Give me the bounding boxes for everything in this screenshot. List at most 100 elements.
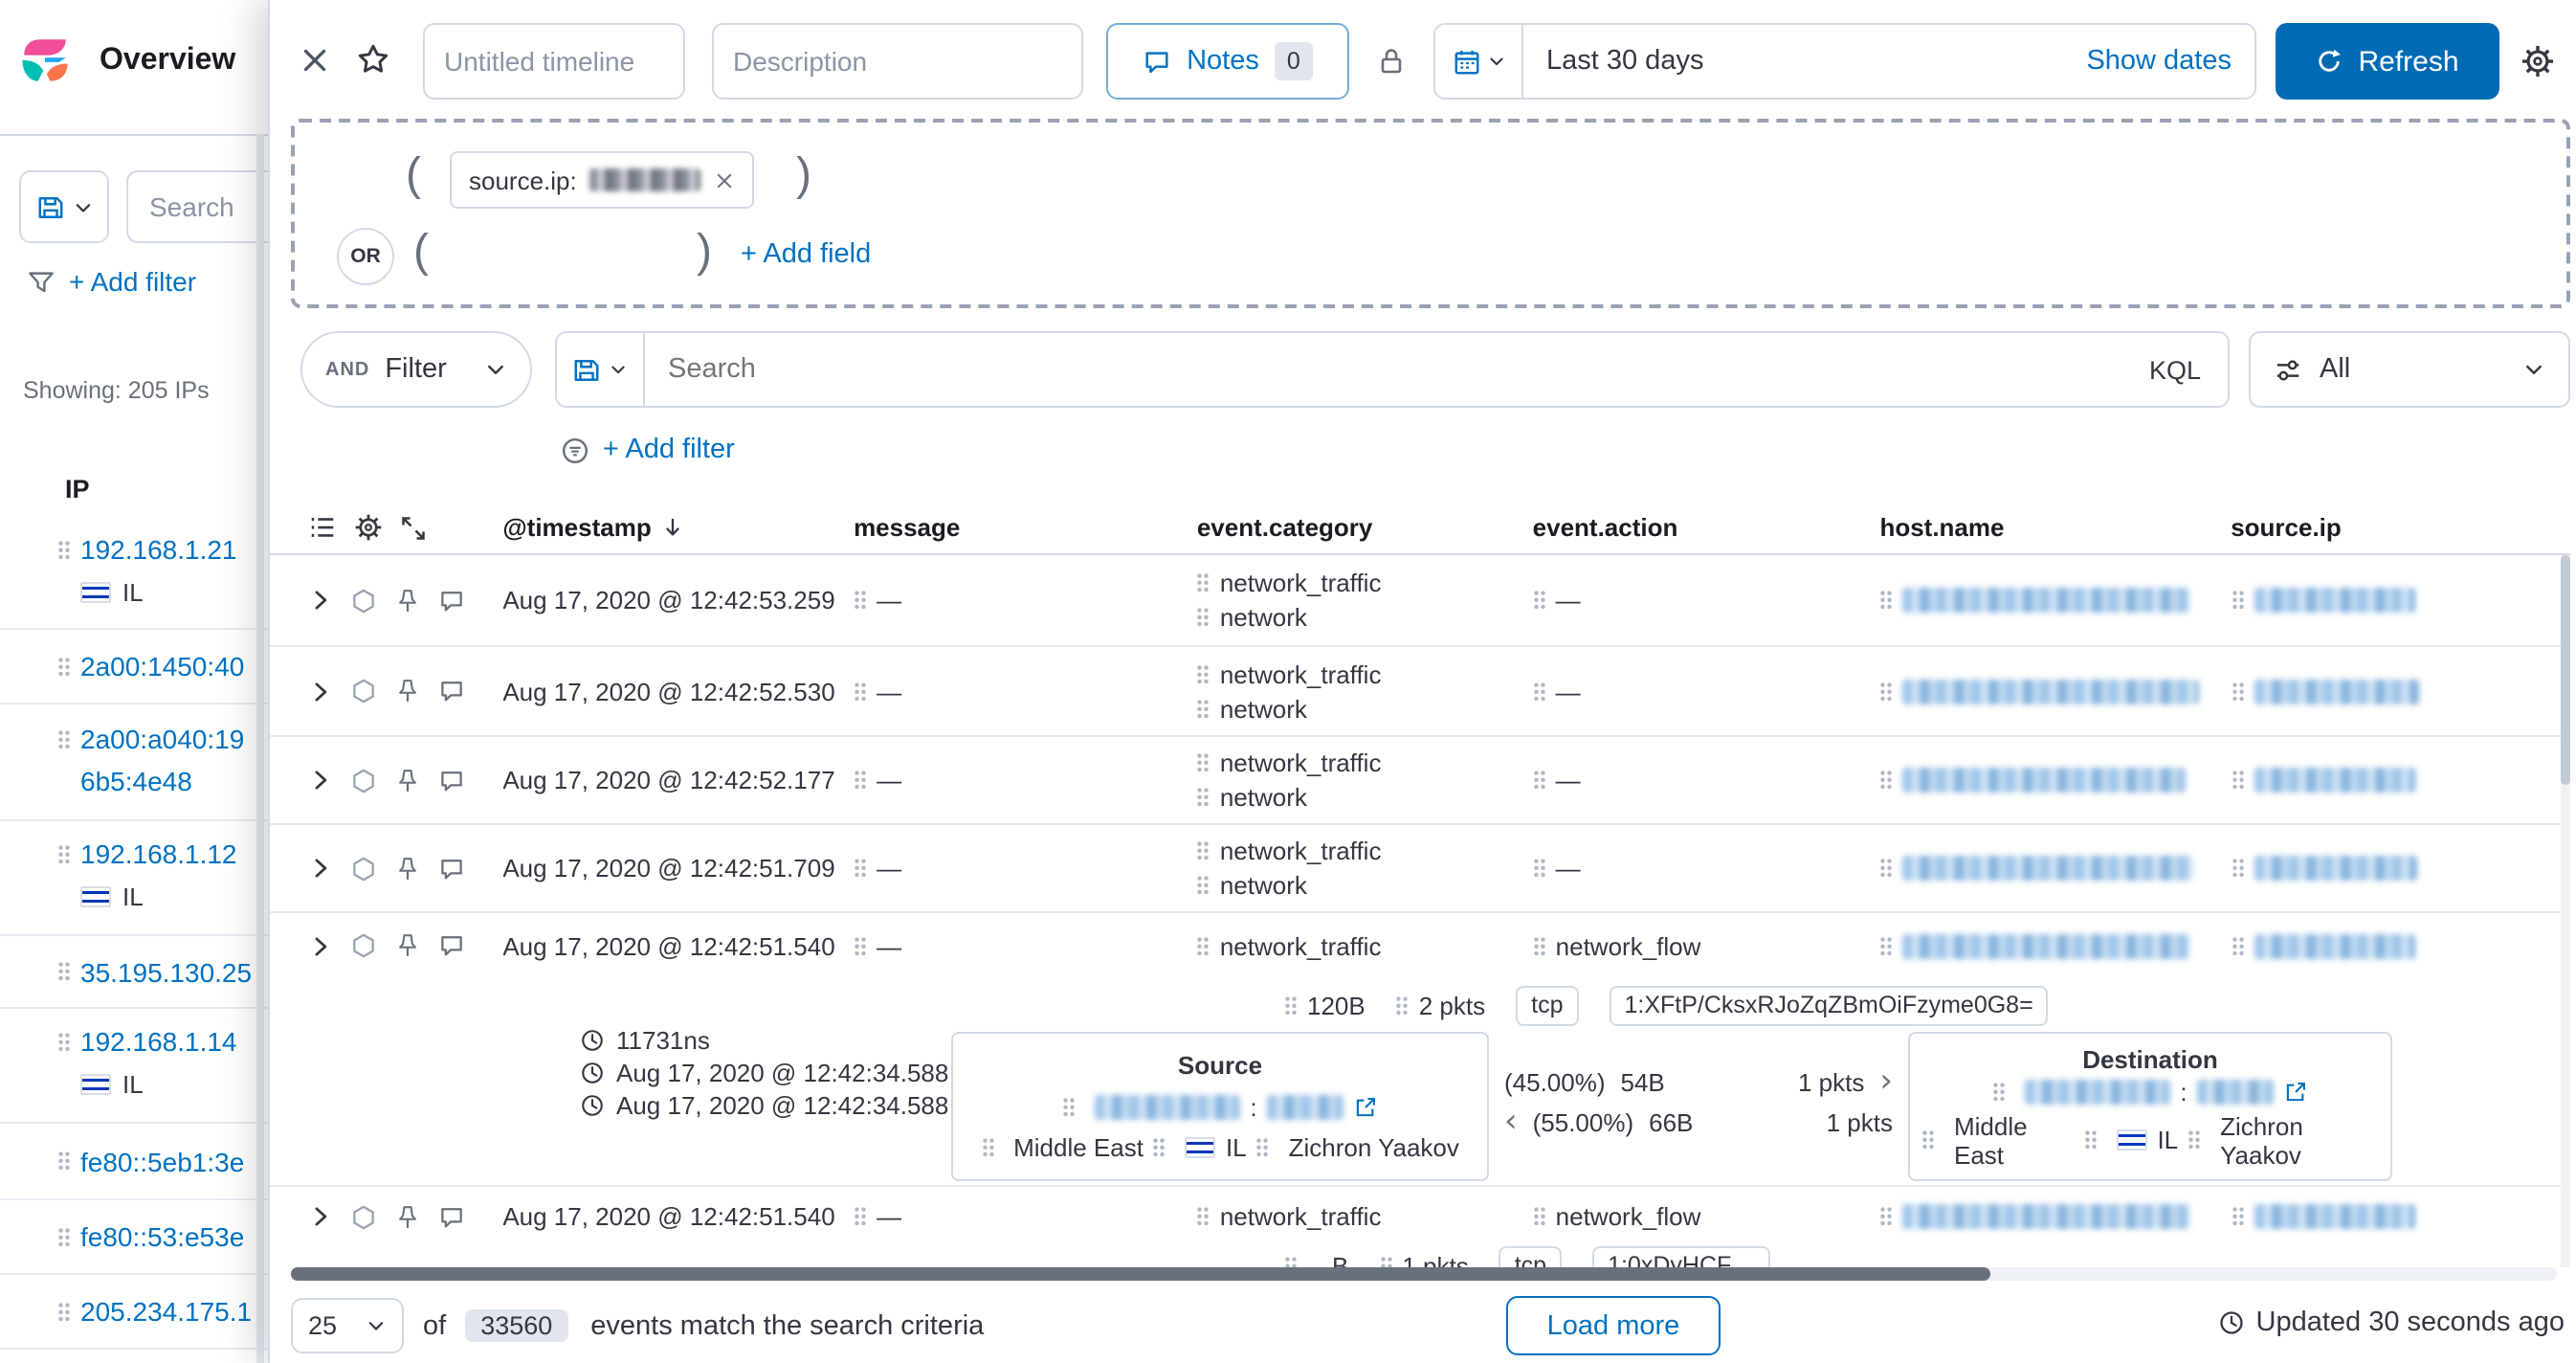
ip-link[interactable]: 2a00:a040:19 (80, 724, 244, 754)
event-status-icon[interactable] (350, 932, 377, 959)
drag-handle-icon[interactable] (1153, 1137, 1166, 1158)
ip-column-header[interactable]: IP (0, 459, 268, 517)
drag-handle-icon[interactable] (1879, 935, 1893, 956)
draggable-value[interactable]: network_traffic (1197, 837, 1382, 865)
drag-handle-icon[interactable] (1197, 752, 1210, 773)
sort-descending-icon[interactable] (661, 515, 686, 540)
drag-handle-icon[interactable] (1396, 995, 1410, 1017)
redacted-source-ip[interactable] (2254, 588, 2414, 613)
redacted-host-name[interactable] (1902, 588, 2189, 613)
drag-handle-icon[interactable] (1879, 681, 1893, 702)
expand-row-icon[interactable] (308, 856, 333, 881)
ip-link-line2[interactable]: 6b5:4e48 (80, 766, 192, 796)
draggable-value[interactable]: network_traffic (1197, 659, 1382, 688)
drag-handle-icon[interactable] (1197, 663, 1210, 684)
drag-handle-icon[interactable] (1879, 1206, 1893, 1227)
timeline-title-field[interactable] (423, 23, 685, 100)
expand-row-icon[interactable] (308, 679, 333, 704)
redacted-source-ip[interactable] (2254, 856, 2416, 881)
query-pill-source-ip[interactable]: source.ip: (450, 151, 755, 209)
drag-handle-icon[interactable] (1197, 875, 1210, 896)
add-note-icon[interactable] (438, 587, 465, 614)
event-status-icon[interactable] (350, 1203, 377, 1230)
save-query-button[interactable] (19, 170, 109, 243)
drag-handle-icon[interactable] (57, 1151, 71, 1172)
timeline-description-input[interactable] (712, 23, 1083, 100)
protocol-badge[interactable]: tcp (1499, 1246, 1562, 1267)
redacted-host-name[interactable] (1902, 856, 2193, 881)
ip-link[interactable]: fe80::53:e53e (80, 1221, 244, 1252)
field-browser-icon[interactable] (308, 513, 337, 542)
drag-handle-icon[interactable] (854, 935, 867, 956)
redacted-source-port[interactable] (1267, 1094, 1344, 1119)
drag-handle-icon[interactable] (1533, 935, 1546, 956)
ip-link[interactable]: fe80::5eb1:3e (80, 1146, 244, 1176)
column-header-timestamp[interactable]: @timestamp (502, 513, 651, 542)
drag-handle-icon[interactable] (854, 858, 867, 879)
drag-handle-icon[interactable] (2231, 935, 2244, 956)
draggable-value[interactable]: 2 pkts (1396, 992, 1485, 1020)
drag-handle-icon[interactable] (1284, 1256, 1298, 1267)
draggable-value[interactable]: network_traffic (1197, 1202, 1382, 1231)
saved-query-menu-button[interactable] (557, 333, 645, 406)
load-more-button[interactable]: Load more (1506, 1296, 1721, 1355)
add-field-link[interactable]: + Add field (741, 239, 871, 270)
draggable-value[interactable]: 1 pkts (1379, 1252, 1468, 1267)
drag-handle-icon[interactable] (1533, 770, 1546, 791)
kql-toggle[interactable]: KQL (2149, 355, 2201, 384)
draggable-value[interactable]: network (1197, 871, 1382, 900)
column-header-event-action[interactable]: event.action (1533, 513, 1678, 542)
ip-link[interactable]: 205.234.175.1 (80, 1296, 252, 1327)
drag-handle-icon[interactable] (854, 590, 867, 611)
ip-link[interactable]: 192.168.1.14 (80, 1026, 237, 1057)
redacted-destination-ip[interactable] (2025, 1080, 2170, 1105)
sidebar-add-filter[interactable]: + Add filter (27, 266, 196, 297)
drag-handle-icon[interactable] (57, 656, 71, 677)
fullscreen-icon[interactable] (400, 514, 427, 541)
event-status-icon[interactable] (350, 855, 377, 882)
lock-date-button[interactable] (1376, 46, 1407, 82)
drag-handle-icon[interactable] (1533, 590, 1546, 611)
destination-region[interactable]: Middle East (1954, 1111, 2075, 1169)
drag-handle-icon[interactable] (1533, 858, 1546, 879)
drag-handle-icon[interactable] (1197, 840, 1210, 861)
drag-handle-icon[interactable] (1197, 787, 1210, 808)
add-note-icon[interactable] (438, 932, 465, 959)
column-header-event-category[interactable]: event.category (1197, 513, 1373, 542)
drag-handle-icon[interactable] (57, 843, 71, 864)
refresh-button[interactable]: Refresh (2276, 23, 2499, 100)
add-note-icon[interactable] (438, 767, 465, 793)
elastic-logo-icon[interactable] (17, 33, 73, 88)
redacted-host-name[interactable] (1902, 679, 2199, 704)
quick-select-date-button[interactable] (1435, 25, 1523, 98)
drag-handle-icon[interactable] (1921, 1129, 1935, 1151)
external-link-icon[interactable] (1353, 1094, 1378, 1119)
draggable-value[interactable]: network_traffic (1197, 569, 1382, 597)
drag-handle-icon[interactable] (2231, 681, 2244, 702)
draggable-value[interactable]: network (1197, 694, 1382, 723)
drag-handle-icon[interactable] (57, 961, 71, 982)
draggable-value[interactable]: …B (1284, 1252, 1348, 1267)
timeline-description-field[interactable] (712, 23, 1083, 100)
drag-handle-icon[interactable] (57, 1031, 71, 1052)
event-status-icon[interactable] (350, 678, 377, 704)
drag-handle-icon[interactable] (2231, 1206, 2244, 1227)
draggable-value[interactable]: network (1197, 603, 1382, 632)
drag-handle-icon[interactable] (2231, 770, 2244, 791)
drag-handle-icon[interactable] (2084, 1129, 2098, 1151)
drag-handle-icon[interactable] (1197, 935, 1210, 956)
redacted-source-ip[interactable] (2254, 768, 2414, 793)
drag-handle-icon[interactable] (1284, 995, 1298, 1017)
close-timeline-button[interactable] (299, 44, 331, 82)
ip-link[interactable]: 35.195.130.25 (80, 956, 252, 987)
destination-country[interactable]: IL (2157, 1126, 2178, 1154)
redacted-source-ip[interactable] (2254, 933, 2414, 958)
drag-handle-icon[interactable] (1197, 1206, 1210, 1227)
drag-handle-icon[interactable] (1062, 1096, 1076, 1117)
pin-event-icon[interactable] (394, 587, 421, 614)
gear-icon[interactable] (354, 513, 383, 542)
horizontal-scrollbar-thumb[interactable] (291, 1267, 1990, 1281)
drag-handle-icon[interactable] (1533, 1206, 1546, 1227)
drag-handle-icon[interactable] (1992, 1082, 2006, 1103)
column-header-host-name[interactable]: host.name (1879, 513, 2004, 542)
